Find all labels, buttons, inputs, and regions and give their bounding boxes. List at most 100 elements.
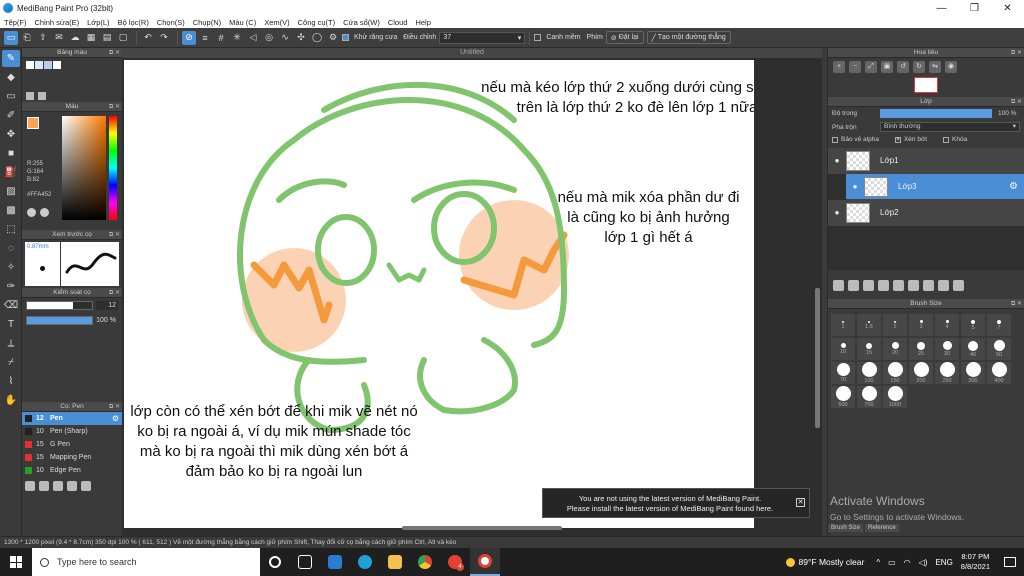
menu-view[interactable]: Xem(V) bbox=[264, 18, 289, 27]
file-explorer-icon[interactable] bbox=[380, 548, 410, 576]
create-line-button[interactable]: ╱ Tạo một đường thẳng bbox=[646, 31, 731, 44]
hue-slider[interactable] bbox=[109, 116, 117, 220]
brush-settings-icon[interactable] bbox=[53, 481, 63, 491]
notification-app-icon[interactable]: 4 bbox=[440, 548, 470, 576]
brush-item[interactable]: 10 Edge Pen bbox=[22, 464, 122, 477]
language-indicator[interactable]: ENG bbox=[935, 558, 952, 567]
gear-icon[interactable]: ⚙ bbox=[112, 414, 119, 423]
menu-cloud[interactable]: Cloud bbox=[388, 18, 408, 27]
lock-option[interactable]: Khóa bbox=[943, 136, 967, 143]
snap-off-icon[interactable]: ⊘ bbox=[182, 30, 196, 45]
select-eraser-icon[interactable]: ⌫ bbox=[2, 297, 20, 314]
brush-item[interactable]: 15 G Pen bbox=[22, 438, 122, 451]
menu-file[interactable]: Tệp(F) bbox=[4, 18, 27, 27]
merge-down-icon[interactable] bbox=[923, 280, 934, 291]
brush-size-cell[interactable]: 700 bbox=[857, 386, 881, 408]
redo-icon[interactable]: ↷ bbox=[157, 31, 171, 45]
delete-palette-icon[interactable] bbox=[38, 92, 46, 100]
new-file-icon[interactable]: ▭ bbox=[4, 30, 18, 45]
panel-close-icon[interactable]: ⧉ ✕ bbox=[109, 49, 120, 57]
settings-icon[interactable]: ⚙ bbox=[326, 31, 340, 45]
reset-button[interactable]: ⊘ Đặt lại bbox=[605, 31, 644, 44]
brush-size-cell[interactable]: 1000 bbox=[883, 386, 907, 408]
mail-icon[interactable] bbox=[320, 548, 350, 576]
select-pen-icon[interactable]: ✑ bbox=[2, 278, 20, 295]
lasso-tool-icon[interactable]: ◌ bbox=[2, 240, 20, 257]
menu-capture[interactable]: Chụp(N) bbox=[193, 18, 221, 27]
protect-alpha-option[interactable]: Bảo vệ alpha bbox=[832, 136, 879, 143]
panel-close-icon[interactable]: ⧉ ✕ bbox=[109, 289, 120, 297]
brush-size-slider[interactable] bbox=[26, 301, 93, 310]
snap-grid-icon[interactable]: # bbox=[214, 31, 228, 45]
brush-size-cell[interactable]: 400 bbox=[987, 362, 1011, 384]
brush-size-cell[interactable]: 5 bbox=[961, 314, 985, 336]
tab-brush-size[interactable]: Brush Size bbox=[828, 524, 864, 532]
new-8bit-layer-icon[interactable] bbox=[863, 280, 874, 291]
brush-size-cell[interactable]: 4 bbox=[935, 314, 959, 336]
antialias-checkbox[interactable] bbox=[342, 34, 349, 41]
brush-size-value[interactable]: 12 bbox=[96, 301, 118, 310]
chrome-icon[interactable] bbox=[410, 548, 440, 576]
update-notification[interactable]: You are not using the latest version of … bbox=[542, 488, 810, 518]
color-mode-icon[interactable] bbox=[40, 208, 49, 217]
move-tool-icon[interactable]: ✥ bbox=[2, 126, 20, 143]
clock[interactable]: 8:07 PM 8/8/2021 bbox=[961, 552, 990, 572]
grid-icon[interactable]: ▦ bbox=[84, 31, 98, 45]
brush-delete-icon[interactable] bbox=[81, 481, 91, 491]
notification-center-icon[interactable] bbox=[1004, 557, 1016, 567]
brush-size-cell[interactable]: 30 bbox=[935, 338, 959, 360]
foreground-color[interactable] bbox=[27, 117, 39, 129]
vertical-scrollbar[interactable] bbox=[815, 288, 820, 428]
snap-parallel-icon[interactable]: ≡ bbox=[198, 31, 212, 45]
snap-circle-icon[interactable]: ◎ bbox=[262, 31, 276, 45]
panel-close-icon[interactable]: ⧉ ✕ bbox=[1011, 300, 1022, 308]
blend-select[interactable]: Bình thường ▾ bbox=[880, 122, 1020, 132]
panel-close-icon[interactable]: ⧉ ✕ bbox=[109, 231, 120, 239]
brush-copy-icon[interactable] bbox=[67, 481, 77, 491]
task-view-icon[interactable] bbox=[260, 548, 290, 576]
minimize-button[interactable]: — bbox=[925, 0, 958, 16]
actual-size-icon[interactable]: ▣ bbox=[881, 61, 893, 73]
eye-icon[interactable]: ● bbox=[828, 156, 846, 165]
brush-tool-icon[interactable]: ✎ bbox=[2, 50, 20, 67]
layer-settings-icon[interactable] bbox=[938, 280, 949, 291]
pen-tool-icon[interactable]: ✐ bbox=[2, 107, 20, 124]
panel-icon[interactable]: ▤ bbox=[100, 31, 114, 45]
menu-color[interactable]: Màu (C) bbox=[229, 18, 256, 27]
brush-size-cell[interactable]: 500 bbox=[831, 386, 855, 408]
brush-size-cell[interactable]: 40 bbox=[961, 338, 985, 360]
zoom-out-icon[interactable]: − bbox=[849, 61, 861, 73]
menu-select[interactable]: Chọn(S) bbox=[157, 18, 185, 27]
brush-size-cell[interactable]: 300 bbox=[961, 362, 985, 384]
close-icon[interactable]: ✕ bbox=[796, 498, 805, 507]
page-icon[interactable]: ▢ bbox=[116, 31, 130, 45]
saturation-value-box[interactable] bbox=[62, 116, 106, 220]
brush-size-cell[interactable]: 7 bbox=[987, 314, 1011, 336]
palette-swatch[interactable] bbox=[53, 61, 61, 69]
rotate-left-icon[interactable]: ↺ bbox=[897, 61, 909, 73]
eraser-tool-icon[interactable]: ◆ bbox=[2, 69, 20, 86]
snap-perspective-icon[interactable]: ◁ bbox=[246, 31, 260, 45]
brush-item[interactable]: 15 Mapping Pen bbox=[22, 451, 122, 464]
delete-layer-icon[interactable] bbox=[953, 280, 964, 291]
protect-alpha-checkbox[interactable] bbox=[832, 136, 838, 143]
new-1bit-layer-icon[interactable] bbox=[878, 280, 889, 291]
reset-view-icon[interactable]: ◉ bbox=[945, 61, 957, 73]
brush-size-cell[interactable]: 50 bbox=[987, 338, 1011, 360]
menu-layer[interactable]: Lớp(L) bbox=[87, 18, 109, 27]
menu-edit[interactable]: Chỉnh sửa(E) bbox=[35, 18, 80, 27]
brush-item[interactable]: 12 Pen ⚙ bbox=[22, 412, 122, 425]
eyedropper-tool-icon[interactable]: ⌿ bbox=[2, 354, 20, 371]
clipping-option[interactable]: Xén bớt bbox=[894, 136, 927, 143]
battery-icon[interactable]: ▭ bbox=[888, 558, 896, 567]
brush-size-cell[interactable]: 200 bbox=[909, 362, 933, 384]
menu-filter[interactable]: Bộ lọc(R) bbox=[118, 18, 149, 27]
taskbar-search[interactable]: Type here to search bbox=[32, 548, 260, 576]
layer-row[interactable]: ● Lớp1 bbox=[828, 148, 1024, 174]
snap-radial-icon[interactable]: ✳ bbox=[230, 31, 244, 45]
menu-tools[interactable]: Công cụ(T) bbox=[298, 18, 336, 27]
brush-size-cell[interactable]: 70 bbox=[831, 362, 855, 384]
brush-size-cell[interactable]: 2 bbox=[883, 314, 907, 336]
pen-select-icon[interactable]: ⌇ bbox=[2, 373, 20, 390]
menu-help[interactable]: Help bbox=[415, 18, 430, 27]
